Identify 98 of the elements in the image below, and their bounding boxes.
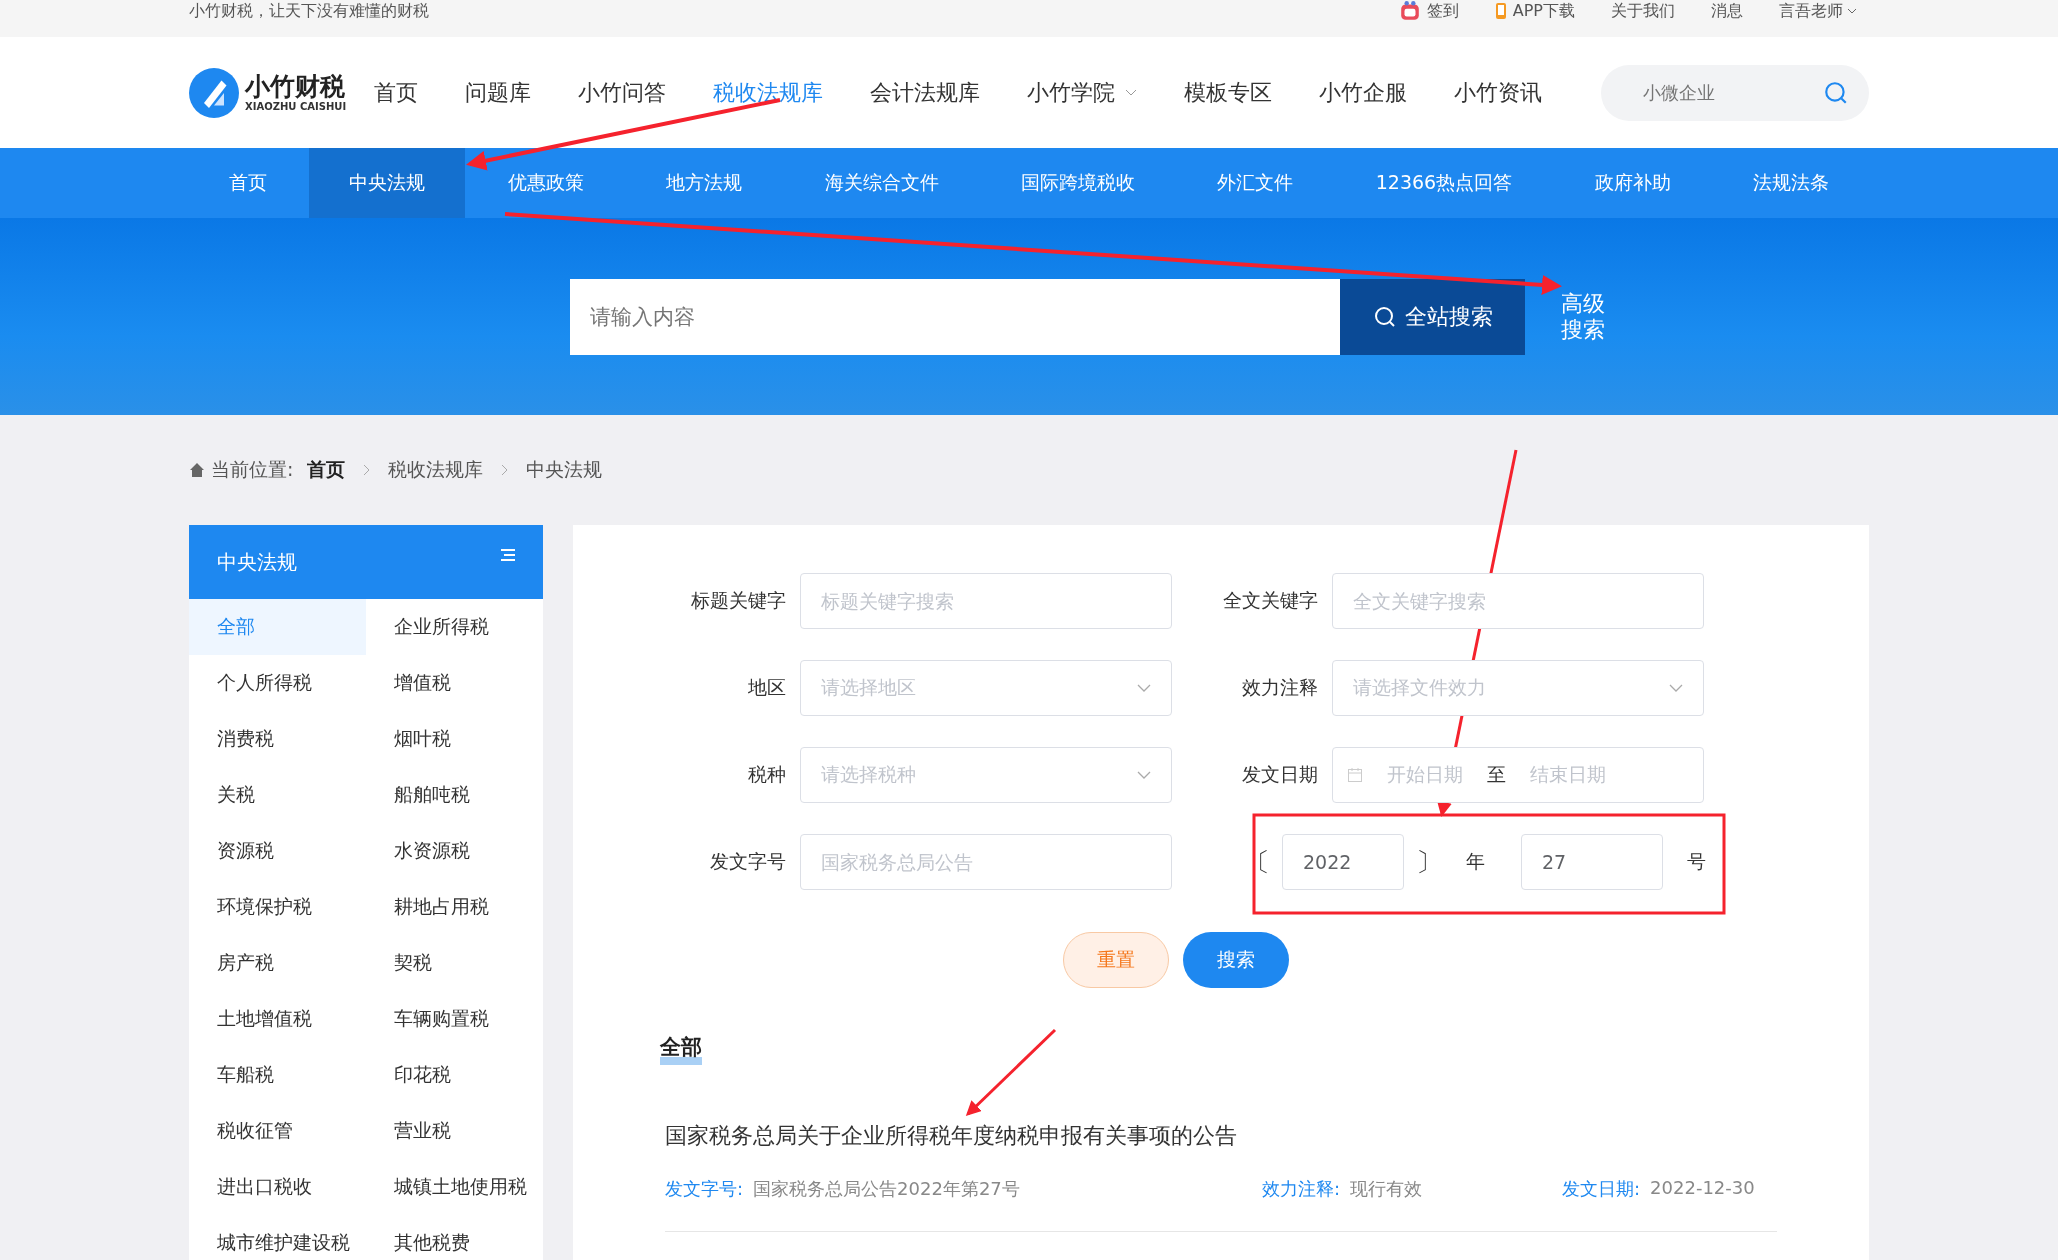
tax-category-item[interactable]: 印花税 xyxy=(366,1047,543,1103)
meta-label: 效力注释: xyxy=(1262,1176,1341,1201)
search-button[interactable]: 搜索 xyxy=(1183,932,1289,988)
home-icon xyxy=(189,462,205,478)
top-link[interactable]: APP下载 xyxy=(1512,0,1575,22)
meta-label: 发文日期: xyxy=(1562,1176,1641,1201)
search-input[interactable]: 小微企业 xyxy=(1641,81,1823,104)
category-tab[interactable]: 国际跨境税收 xyxy=(980,148,1175,218)
breadcrumb-link[interactable]: 首页 xyxy=(307,457,346,483)
caret-icon xyxy=(1847,8,1857,14)
tax-category-item[interactable]: 车辆购置税 xyxy=(366,991,543,1047)
top-link[interactable]: 言吾老师 xyxy=(1779,0,1857,22)
category-tab[interactable]: 政府补助 xyxy=(1554,148,1711,218)
breadcrumb-link[interactable]: 中央法规 xyxy=(526,457,603,483)
top-link[interactable]: 消息 xyxy=(1711,0,1743,22)
nav-link[interactable]: 小竹企服 xyxy=(1319,77,1407,108)
tax-category-item[interactable]: 税收征管 xyxy=(189,1103,366,1159)
results-tab[interactable]: 全部 xyxy=(660,1038,702,1065)
text-field[interactable]: 全文关键字搜索 xyxy=(1332,573,1704,629)
nav-link[interactable]: 会计法规库 xyxy=(870,77,980,108)
text-field[interactable]: 国家税务总局公告 xyxy=(800,834,1172,890)
category-tab[interactable]: 首页 xyxy=(189,148,307,218)
search-icon xyxy=(1823,79,1849,106)
tax-category-item[interactable]: 船舶吨税 xyxy=(366,767,543,823)
bracket-text: 〕 xyxy=(1416,845,1442,879)
tax-category-item[interactable]: 消费税 xyxy=(189,711,366,767)
site-search-field[interactable]: 请输入内容 xyxy=(570,279,1341,355)
category-tab[interactable]: 海关综合文件 xyxy=(784,148,979,218)
tax-category-item[interactable]: 烟叶税 xyxy=(366,711,543,767)
tax-category-item[interactable]: 城镇土地使用税 xyxy=(366,1159,543,1215)
logo-name: 小竹财税 xyxy=(245,73,346,101)
top-link[interactable]: 关于我们 xyxy=(1611,0,1675,22)
meta-label: 发文字号: xyxy=(665,1176,744,1201)
tax-category-item[interactable]: 耕地占用税 xyxy=(366,879,543,935)
chevron-down-icon xyxy=(1137,771,1151,779)
chevron-right-icon xyxy=(363,464,371,476)
category-tab[interactable]: 外汇文件 xyxy=(1177,148,1334,218)
meta-value: 现行有效 xyxy=(1350,1176,1423,1201)
nav-link[interactable]: 问题库 xyxy=(465,77,531,108)
top-link[interactable]: 签到 xyxy=(1426,0,1459,22)
field-label: 发文字号 xyxy=(709,849,787,874)
field-label: 发文日期 xyxy=(1241,762,1319,787)
field-label: 全文关键字 xyxy=(1222,588,1319,613)
tax-category-item[interactable]: 城市维护建设税 xyxy=(189,1215,366,1260)
breadcrumb-label: 当前位置: xyxy=(211,457,294,482)
calendar-icon xyxy=(1347,767,1363,783)
menu-icon[interactable] xyxy=(501,549,515,561)
number-label: 号 xyxy=(1687,849,1706,874)
tax-category-item[interactable]: 其他税费 xyxy=(366,1215,543,1260)
sidebar-title: 中央法规 xyxy=(217,548,297,576)
logo-icon xyxy=(189,67,239,118)
number-field[interactable]: 27 xyxy=(1521,834,1663,890)
chevron-right-icon xyxy=(501,464,509,476)
chevron-down-icon xyxy=(1137,684,1151,692)
meta-value: 2022-12-30 xyxy=(1650,1176,1755,1200)
text-field[interactable]: 标题关键字搜索 xyxy=(800,573,1172,629)
chevron-down-icon xyxy=(1125,89,1137,96)
category-tab[interactable]: 法规法条 xyxy=(1712,148,1869,218)
tax-category-item[interactable]: 增值税 xyxy=(366,655,543,711)
nav-link[interactable]: 小竹问答 xyxy=(578,77,666,108)
nav-link[interactable]: 小竹学院 xyxy=(1027,77,1137,108)
field-label: 标题关键字 xyxy=(690,588,787,613)
slogan: 小竹财税，让天下没有难懂的财税 xyxy=(189,0,429,22)
tax-category-item[interactable]: 进出口税收 xyxy=(189,1159,366,1215)
date-range-field[interactable]: 开始日期 至 结束日期 xyxy=(1332,747,1704,803)
bracket-text: 〔 xyxy=(1244,845,1270,879)
chevron-down-icon xyxy=(1669,684,1683,692)
search-field[interactable]: 小微企业 xyxy=(1601,64,1869,121)
breadcrumb-link[interactable]: 税收法规库 xyxy=(388,457,484,483)
tax-category-item[interactable]: 水资源税 xyxy=(366,823,543,879)
tax-category-item[interactable]: 企业所得税 xyxy=(366,599,543,655)
tax-category-item[interactable]: 营业税 xyxy=(366,1103,543,1159)
category-tab[interactable]: 优惠政策 xyxy=(467,148,624,218)
nav-link[interactable]: 模板专区 xyxy=(1184,77,1272,108)
advanced-search-link[interactable]: 高级搜索 xyxy=(1559,290,1608,344)
year-label: 年 xyxy=(1466,849,1485,874)
tax-category-item[interactable]: 个人所得税 xyxy=(189,655,366,711)
tax-category-item[interactable]: 资源税 xyxy=(189,823,366,879)
logo-subtitle: XIAOZHU CAISHUI xyxy=(245,100,347,112)
tax-category-item[interactable]: 环境保护税 xyxy=(189,879,366,935)
field-label: 地区 xyxy=(747,675,787,700)
nav-link[interactable]: 首页 xyxy=(374,77,418,108)
site-search-button[interactable]: 全站搜索 xyxy=(1340,279,1526,355)
meta-value: 国家税务总局公告2022年第27号 xyxy=(753,1176,1020,1201)
tax-category-item[interactable]: 关税 xyxy=(189,767,366,823)
tax-category-item[interactable]: 车船税 xyxy=(189,1047,366,1103)
result-title-link[interactable]: 国家税务总局关于企业所得税年度纳税申报有关事项的公告 xyxy=(665,1122,1237,1148)
field-label: 税种 xyxy=(747,762,787,787)
year-field[interactable]: 2022 xyxy=(1282,834,1404,890)
nav-link[interactable]: 小竹资讯 xyxy=(1454,77,1542,108)
tax-category-item[interactable]: 土地增值税 xyxy=(189,991,366,1047)
category-tab[interactable]: 12366热点回答 xyxy=(1335,148,1553,218)
category-tab[interactable]: 中央法规 xyxy=(309,148,466,218)
tax-category-item[interactable]: 契税 xyxy=(366,935,543,991)
field-label: 效力注释 xyxy=(1241,675,1319,700)
search-icon xyxy=(1372,305,1397,329)
tax-category-item[interactable]: 房产税 xyxy=(189,935,366,991)
category-tab[interactable]: 地方法规 xyxy=(626,148,783,218)
